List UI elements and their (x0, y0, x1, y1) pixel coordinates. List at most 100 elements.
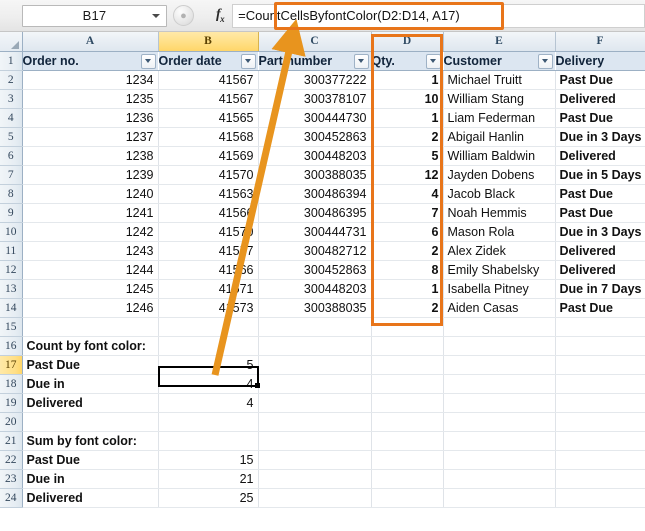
cell-part-number[interactable]: 300452863 (258, 260, 371, 279)
cell-part-number[interactable]: 300486394 (258, 184, 371, 203)
cell-qty[interactable]: 8 (371, 260, 443, 279)
cell-order-date[interactable]: 41568 (158, 127, 258, 146)
cell-customer[interactable]: William Baldwin (443, 146, 555, 165)
row-header-1[interactable]: 1 (0, 51, 22, 70)
insert-function-circle-icon[interactable]: ● (173, 5, 194, 26)
cell-delivery[interactable]: Past Due (555, 203, 645, 222)
cell-part-number[interactable]: 300444731 (258, 222, 371, 241)
cell-part-number[interactable]: 300452863 (258, 127, 371, 146)
row-header-10[interactable]: 10 (0, 222, 22, 241)
summary-label[interactable]: Past Due (22, 355, 158, 374)
filter-dropdown-icon[interactable] (426, 54, 441, 69)
cell-customer[interactable]: Abigail Hanlin (443, 127, 555, 146)
cell-customer[interactable]: Aiden Casas (443, 298, 555, 317)
cell-empty[interactable] (258, 317, 371, 336)
cell-order-date[interactable]: 41566 (158, 260, 258, 279)
cell-empty[interactable] (555, 488, 645, 507)
cell-empty[interactable] (371, 488, 443, 507)
cell-empty[interactable] (443, 412, 555, 431)
cell-empty[interactable] (258, 355, 371, 374)
header-cell-delivery[interactable]: Delivery (555, 51, 645, 70)
row-header-16[interactable]: 16 (0, 336, 22, 355)
cell-part-number[interactable]: 300448203 (258, 146, 371, 165)
cell-empty[interactable] (371, 336, 443, 355)
cell-empty[interactable] (443, 393, 555, 412)
cell-part-number[interactable]: 300377222 (258, 70, 371, 89)
summary-label[interactable]: Past Due (22, 450, 158, 469)
cell-part-number[interactable]: 300388035 (258, 165, 371, 184)
cell-empty[interactable] (258, 450, 371, 469)
cell-empty[interactable] (22, 412, 158, 431)
cell-order-date[interactable]: 41569 (158, 146, 258, 165)
cell-empty[interactable] (158, 431, 258, 450)
cell-empty[interactable] (158, 317, 258, 336)
cell-customer[interactable]: William Stang (443, 89, 555, 108)
row-header-21[interactable]: 21 (0, 431, 22, 450)
column-header-f[interactable]: F (555, 32, 645, 51)
summary-value[interactable]: 4 (158, 393, 258, 412)
cell-empty[interactable] (258, 412, 371, 431)
cell-delivery[interactable]: Delivered (555, 89, 645, 108)
row-header-8[interactable]: 8 (0, 184, 22, 203)
cell-order-no[interactable]: 1234 (22, 70, 158, 89)
row-header-20[interactable]: 20 (0, 412, 22, 431)
row-header-15[interactable]: 15 (0, 317, 22, 336)
row-header-24[interactable]: 24 (0, 488, 22, 507)
row-header-3[interactable]: 3 (0, 89, 22, 108)
cell-customer[interactable]: Mason Rola (443, 222, 555, 241)
filter-dropdown-icon[interactable] (241, 54, 256, 69)
row-header-14[interactable]: 14 (0, 298, 22, 317)
cell-delivery[interactable]: Past Due (555, 70, 645, 89)
header-cell-customer[interactable]: Customer (443, 51, 555, 70)
row-header-4[interactable]: 4 (0, 108, 22, 127)
cell-delivery[interactable]: Delivered (555, 260, 645, 279)
row-header-22[interactable]: 22 (0, 450, 22, 469)
row-header-19[interactable]: 19 (0, 393, 22, 412)
cell-order-date[interactable]: 41571 (158, 279, 258, 298)
cell-empty[interactable] (371, 431, 443, 450)
cell-delivery[interactable]: Past Due (555, 298, 645, 317)
cell-empty[interactable] (443, 374, 555, 393)
summary-value[interactable]: 25 (158, 488, 258, 507)
cell-empty[interactable] (158, 336, 258, 355)
cell-customer[interactable]: Michael Truitt (443, 70, 555, 89)
cell-order-no[interactable]: 1243 (22, 241, 158, 260)
summary-label[interactable]: Delivered (22, 393, 158, 412)
cell-qty[interactable]: 10 (371, 89, 443, 108)
row-header-18[interactable]: 18 (0, 374, 22, 393)
cell-empty[interactable] (371, 355, 443, 374)
chevron-down-icon[interactable] (152, 14, 160, 18)
cell-empty[interactable] (443, 355, 555, 374)
cell-empty[interactable] (258, 336, 371, 355)
cell-order-date[interactable]: 41573 (158, 298, 258, 317)
filter-dropdown-icon[interactable] (538, 54, 553, 69)
name-box[interactable]: B17 (22, 5, 167, 27)
cell-empty[interactable] (443, 336, 555, 355)
cell-empty[interactable] (555, 412, 645, 431)
cell-order-no[interactable]: 1239 (22, 165, 158, 184)
cell-order-date[interactable]: 41567 (158, 70, 258, 89)
row-header-2[interactable]: 2 (0, 70, 22, 89)
summary-value[interactable]: 15 (158, 450, 258, 469)
cell-empty[interactable] (158, 412, 258, 431)
header-cell-order-no[interactable]: Order no. (22, 51, 158, 70)
header-cell-order-date[interactable]: Order date (158, 51, 258, 70)
cell-order-no[interactable]: 1246 (22, 298, 158, 317)
column-header-b[interactable]: B (158, 32, 258, 51)
cell-part-number[interactable]: 300486395 (258, 203, 371, 222)
cell-customer[interactable]: Jayden Dobens (443, 165, 555, 184)
cell-empty[interactable] (371, 469, 443, 488)
cell-empty[interactable] (258, 469, 371, 488)
cell-qty[interactable]: 1 (371, 108, 443, 127)
summary-label[interactable]: Delivered (22, 488, 158, 507)
header-cell-qty[interactable]: Qty. (371, 51, 443, 70)
row-header-12[interactable]: 12 (0, 260, 22, 279)
filter-dropdown-icon[interactable] (141, 54, 156, 69)
row-header-11[interactable]: 11 (0, 241, 22, 260)
summary-value[interactable]: 21 (158, 469, 258, 488)
column-header-e[interactable]: E (443, 32, 555, 51)
summary-value[interactable]: 4 (158, 374, 258, 393)
formula-input[interactable]: =CountCellsByfontColor(D2:D14, A17) (232, 4, 645, 28)
cell-empty[interactable] (443, 450, 555, 469)
cell-empty[interactable] (258, 488, 371, 507)
